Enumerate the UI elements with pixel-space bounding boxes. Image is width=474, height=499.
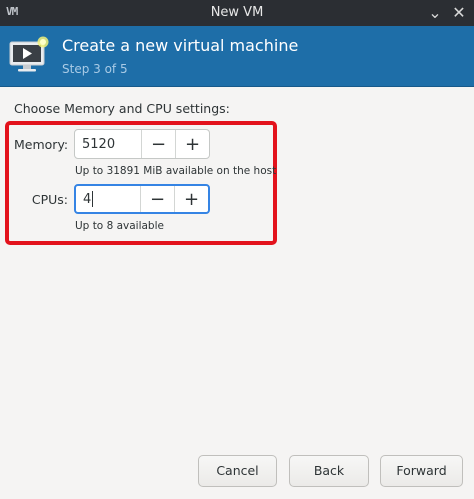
memory-label: Memory: <box>14 137 69 152</box>
close-window-icon[interactable]: ✕ <box>448 2 470 24</box>
cpus-spinbutton: 4 − + <box>74 184 210 214</box>
window-title: New VM <box>210 5 264 20</box>
memory-increment-button[interactable]: + <box>175 130 209 158</box>
cpus-decrement-button[interactable]: − <box>140 186 174 212</box>
vm-monitor-play-icon <box>9 36 49 72</box>
minimize-chevron-icon[interactable]: ⌄ <box>424 2 446 24</box>
memory-decrement-button[interactable]: − <box>141 130 175 158</box>
wizard-header: Create a new virtual machine Step 3 of 5 <box>0 26 474 87</box>
text-caret <box>92 191 94 207</box>
new-vm-window: VM New VM ⌄ ✕ Create a new virtual machi… <box>0 0 474 499</box>
cpus-hint: Up to 8 available <box>75 220 164 232</box>
cancel-button[interactable]: Cancel <box>198 455 277 487</box>
forward-button[interactable]: Forward <box>380 455 463 487</box>
back-button[interactable]: Back <box>289 455 369 487</box>
wizard-title: Create a new virtual machine <box>62 36 299 55</box>
memory-value: 5120 <box>82 136 116 152</box>
memory-input[interactable]: 5120 <box>75 130 141 158</box>
settings-prompt: Choose Memory and CPU settings: <box>14 101 230 116</box>
title-bar: VM New VM ⌄ ✕ <box>0 0 474 26</box>
cpus-increment-button[interactable]: + <box>174 186 208 212</box>
cpus-input[interactable]: 4 <box>76 186 140 212</box>
cpus-label: CPUs: <box>31 192 68 207</box>
wizard-step: Step 3 of 5 <box>62 62 128 76</box>
cpus-value: 4 <box>83 191 92 207</box>
memory-spinbutton: 5120 − + <box>74 129 210 159</box>
memory-hint: Up to 31891 MiB available on the host <box>75 165 277 177</box>
